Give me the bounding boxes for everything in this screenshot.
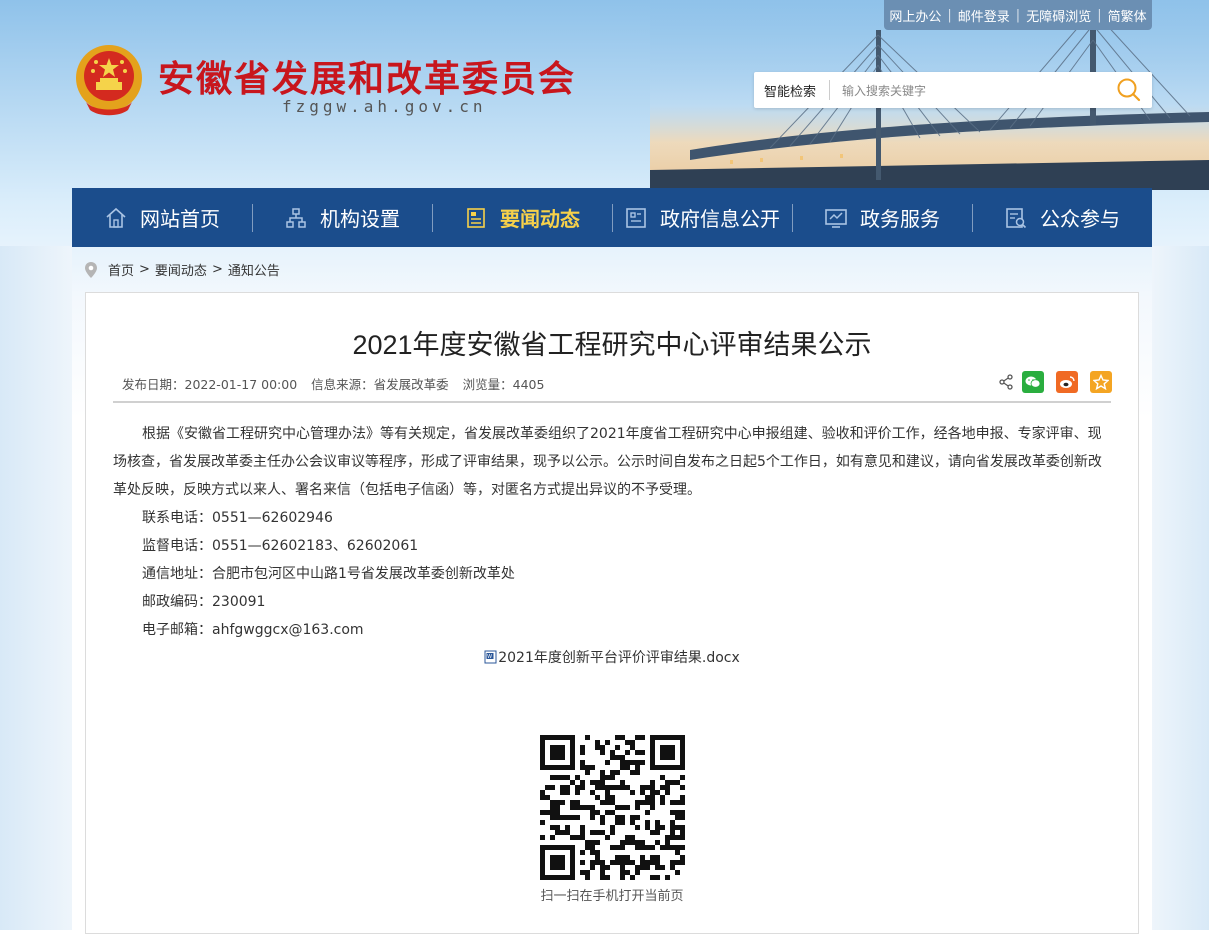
nav-label: 机构设置 [320,207,400,231]
home-icon [106,207,126,228]
email-address: 电子邮箱：ahfgwggcx@163.com [142,622,364,638]
nav-item-info-disclosure[interactable]: 政府信息公开 [612,188,792,247]
breadcrumb-separator: > [139,262,150,277]
share-icon[interactable] [998,374,1014,390]
attachment-row: W 2021年度创新平台评价评审结果.docx [113,644,1111,672]
qr-caption: 扫一扫在手机打开当前页 [540,889,684,904]
mail-login-link[interactable]: 邮件登录 [958,6,1010,25]
share-bar [998,371,1112,393]
side-background-left [0,246,72,930]
breadcrumb-separator: > [211,262,223,277]
supervise-phone: 监督电话：0551—62602183、62602061 [142,538,419,554]
nav-item-news[interactable]: 要闻动态 [432,188,612,247]
nav-item-organization[interactable]: 机构设置 [252,188,432,247]
search-input[interactable] [840,77,1104,105]
wechat-icon[interactable] [1022,371,1044,393]
article-meta: 发布日期：2022-01-17 00:00 信息来源：省发展改革委 浏览量：44… [122,374,554,393]
traditional-chinese-link[interactable]: 简繁体 [1108,6,1147,25]
separator: | [947,7,952,23]
separator: | [1097,7,1102,23]
search-box: 智能检索 [754,72,1152,108]
separator: | [1015,7,1021,23]
word-document-icon: W [484,650,497,664]
service-icon [825,208,847,228]
view-count: 浏览量：4405 [462,377,545,392]
nav-label: 政务服务 [860,207,940,231]
nav-label: 要闻动态 [500,207,580,231]
site-title: 安徽省发展和改革委员会 [158,58,577,100]
article-title: 2021年度安徽省工程研究中心评审结果公示 [352,330,872,360]
nav-label: 网站首页 [140,207,220,231]
nav-item-services[interactable]: 政务服务 [792,188,972,247]
publish-date: 发布日期：2022-01-17 00:00 [122,377,298,392]
info-source: 信息来源：省发展改革委 [311,377,449,392]
nav-label: 政府信息公开 [660,207,780,231]
nav-label: 公众参与 [1040,207,1120,231]
search-label: 智能检索 [764,85,817,100]
contact-phone: 联系电话：0551—62602946 [142,510,333,526]
breadcrumb: 首页 > 要闻动态 > 通知公告 [84,260,280,279]
article-paragraph: 根据《安徽省工程研究中心管理办法》等有关规定，省发展改革委组织了2021年度省工… [113,426,1102,498]
accessibility-link[interactable]: 无障碍浏览 [1026,6,1091,25]
attachment-link[interactable]: 2021年度创新平台评价评审结果.docx [498,650,740,666]
participate-icon [1006,207,1027,228]
top-links-bar: 网上办公 | 邮件登录 | 无障碍浏览 | 简繁体 [884,0,1152,30]
search-divider [829,80,830,100]
breadcrumb-notices[interactable]: 通知公告 [228,260,280,279]
site-domain: fzggw.ah.gov.cn [282,97,487,116]
online-office-link[interactable]: 网上办公 [889,6,941,25]
favorite-icon[interactable] [1090,371,1112,393]
org-icon [286,207,306,228]
news-icon [467,207,485,228]
location-pin-icon [85,261,97,278]
main-nav: 网站首页 机构设置 要闻动态 政府信息公开 政务服务 公众参与 [72,188,1152,247]
breadcrumb-home[interactable]: 首页 [108,260,134,279]
qr-code-image [540,735,685,880]
search-icon[interactable] [1114,77,1144,103]
svg-text:W: W [488,654,493,660]
nav-item-home[interactable]: 网站首页 [72,188,252,247]
breadcrumb-news[interactable]: 要闻动态 [155,260,207,279]
weibo-icon[interactable] [1056,371,1078,393]
national-emblem-logo [76,45,142,116]
article-body: 根据《安徽省工程研究中心管理办法》等有关规定，省发展改革委组织了2021年度省工… [113,420,1111,672]
nav-item-participation[interactable]: 公众参与 [972,188,1152,247]
info-icon [626,207,646,228]
article-container: 2021年度安徽省工程研究中心评审结果公示 发布日期：2022-01-17 00… [85,292,1139,934]
mailing-address: 通信地址：合肥市包河区中山路1号省发展改革委创新改革处 [142,566,515,582]
postcode: 邮政编码：230091 [142,594,266,610]
side-background-right [1152,246,1209,930]
title-divider [113,401,1111,403]
